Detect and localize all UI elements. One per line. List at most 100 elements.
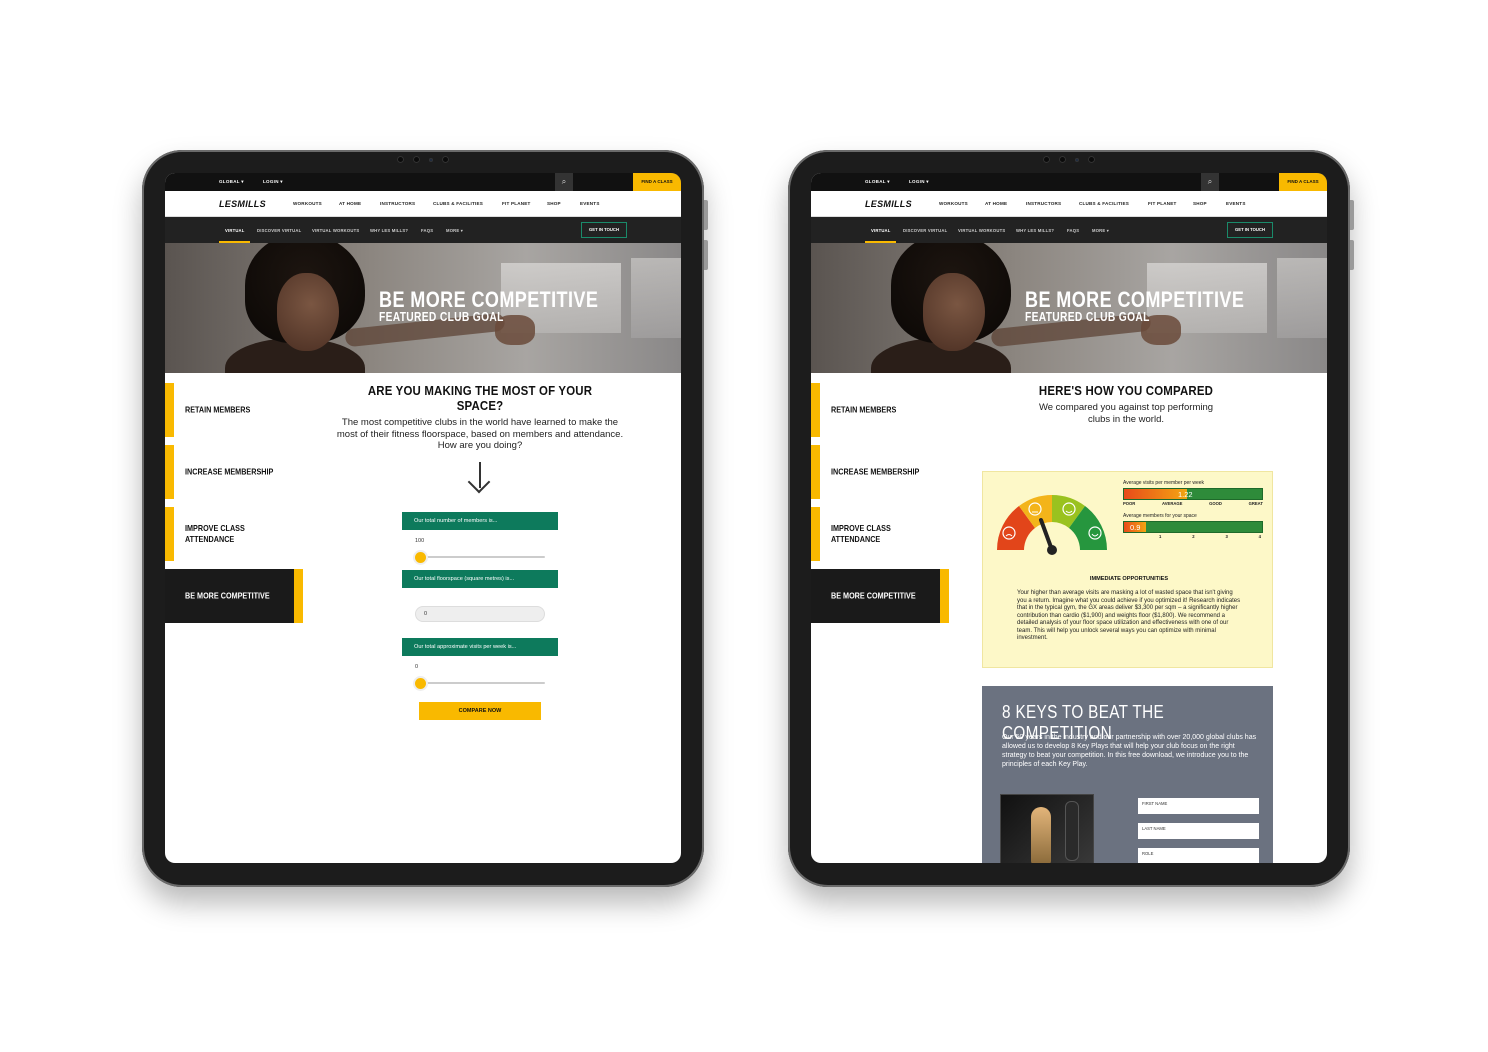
global-menu[interactable]: GLOBAL ▾ bbox=[865, 173, 890, 191]
opportunities: IMMEDIATE OPPORTUNITIES Your higher than… bbox=[1017, 576, 1241, 643]
results-heading: HERE'S HOW YOU COMPARED bbox=[1038, 383, 1214, 398]
find-class-button[interactable]: FIND A CLASS bbox=[633, 173, 681, 191]
hero-photo bbox=[631, 258, 681, 338]
hero-photo bbox=[277, 273, 339, 351]
nav-shop[interactable]: SHOP bbox=[547, 201, 561, 206]
search-icon[interactable]: ⌕ bbox=[555, 173, 573, 191]
top-utility-bar: GLOBAL ▾ LOGIN ▾ ⌕ FIND A CLASS bbox=[811, 173, 1327, 191]
members-bar-value: 0.9 bbox=[1130, 523, 1141, 532]
goal-tab-improve-class-attendance[interactable]: IMPROVE CLASS ATTENDANCE bbox=[165, 507, 305, 561]
top-utility-bar: GLOBAL ▾ LOGIN ▾ ⌕ FIND A CLASS bbox=[165, 173, 681, 191]
goal-tab-be-more-competitive[interactable]: BE MORE COMPETITIVE bbox=[811, 569, 949, 623]
nav-fit-planet[interactable]: FIT PLANET bbox=[502, 201, 531, 206]
floorspace-question-label: Our total floorspace (square metres) is.… bbox=[402, 569, 558, 588]
hero-photo bbox=[923, 273, 985, 351]
goal-tab-retain-members[interactable]: RETAIN MEMBERS bbox=[811, 383, 951, 437]
nav-instructors[interactable]: INSTRUCTORS bbox=[380, 201, 415, 206]
camera-icon bbox=[1043, 156, 1095, 163]
members-scale: 1 2 3 4 bbox=[1159, 534, 1261, 539]
opportunities-text: Your higher than average visits are mask… bbox=[1017, 590, 1241, 641]
goal-tabs: RETAIN MEMBERS INCREASE MEMBERSHIP IMPRO… bbox=[165, 383, 305, 631]
hero-subtitle: FEATURED CLUB GOAL bbox=[379, 310, 504, 324]
visits-value: 0 bbox=[415, 663, 419, 670]
subnav-virtual[interactable]: VIRTUAL bbox=[225, 228, 245, 233]
nav-at-home[interactable]: AT HOME bbox=[339, 201, 361, 206]
lesmills-logo[interactable]: LESMILLS bbox=[219, 199, 266, 209]
volume-button bbox=[1350, 240, 1354, 270]
login-menu[interactable]: LOGIN ▾ bbox=[909, 173, 929, 191]
subnav-more[interactable]: MORE ▾ bbox=[446, 228, 463, 233]
visits-bar-value: 1.22 bbox=[1178, 490, 1193, 499]
calculator-intro: The most competitive clubs in the world … bbox=[336, 417, 624, 451]
results-header: HERE'S HOW YOU COMPARED We compared you … bbox=[981, 383, 1271, 425]
nav-workouts[interactable]: WORKOUTS bbox=[293, 201, 322, 206]
members-question-label: Our total number of members is... bbox=[402, 511, 558, 530]
visits-bar: 1.22 bbox=[1123, 488, 1263, 500]
performance-gauge bbox=[989, 482, 1115, 567]
subnav-more[interactable]: MORE ▾ bbox=[1092, 228, 1109, 233]
subnav-virtual-workouts[interactable]: VIRTUAL WORKOUTS bbox=[958, 228, 1005, 233]
nav-instructors[interactable]: INSTRUCTORS bbox=[1026, 201, 1061, 206]
search-icon[interactable]: ⌕ bbox=[1201, 173, 1219, 191]
nav-events[interactable]: EVENTS bbox=[1226, 201, 1246, 206]
goal-tab-be-more-competitive[interactable]: BE MORE COMPETITIVE bbox=[165, 569, 303, 623]
hero-photo bbox=[1277, 258, 1327, 338]
subnav-why-les-mills[interactable]: WHY LES MILLS? bbox=[1016, 228, 1054, 233]
subnav-why-les-mills[interactable]: WHY LES MILLS? bbox=[370, 228, 408, 233]
goal-tab-improve-class-attendance[interactable]: IMPROVE CLASS ATTENDANCE bbox=[811, 507, 951, 561]
nav-clubs-facilities[interactable]: CLUBS & FACILITIES bbox=[433, 201, 483, 206]
goal-tab-retain-members[interactable]: RETAIN MEMBERS bbox=[165, 383, 305, 437]
download-section: 8 KEYS TO BEAT THE COMPETITION Our 50 ye… bbox=[982, 686, 1273, 863]
first-name-field[interactable]: FIRST NAME bbox=[1138, 798, 1259, 814]
visits-scale: POOR AVERAGE GOOD GREAT bbox=[1123, 501, 1263, 506]
ebook-cover-photo bbox=[1031, 807, 1051, 863]
comparison-bars: Average visits per member per week 1.22 … bbox=[1123, 480, 1263, 539]
calculator-form: ARE YOU MAKING THE MOST OF YOUR SPACE? T… bbox=[335, 383, 625, 720]
arrow-down-icon bbox=[465, 461, 495, 493]
nav-workouts[interactable]: WORKOUTS bbox=[939, 201, 968, 206]
ebook-cover-photo bbox=[1065, 801, 1079, 861]
members-caption: Average members for your space bbox=[1123, 513, 1197, 519]
hero-banner: BE MORE COMPETITIVE FEATURED CLUB GOAL bbox=[811, 243, 1327, 373]
subnav-virtual-workouts[interactable]: VIRTUAL WORKOUTS bbox=[312, 228, 359, 233]
subnav-virtual[interactable]: VIRTUAL bbox=[871, 228, 891, 233]
volume-button bbox=[1350, 200, 1354, 230]
subnav-faqs[interactable]: FAQS bbox=[421, 228, 433, 233]
calculator-heading: ARE YOU MAKING THE MOST OF YOUR SPACE? bbox=[367, 383, 593, 413]
nav-at-home[interactable]: AT HOME bbox=[985, 201, 1007, 206]
floorspace-input[interactable]: 0 bbox=[415, 605, 545, 622]
nav-events[interactable]: EVENTS bbox=[580, 201, 600, 206]
members-bar: 0.9 bbox=[1123, 521, 1263, 533]
goal-tab-increase-membership[interactable]: INCREASE MEMBERSHIP bbox=[165, 445, 305, 499]
compare-now-button[interactable]: COMPARE NOW bbox=[419, 701, 541, 720]
hero-banner: BE MORE COMPETITIVE FEATURED CLUB GOAL bbox=[165, 243, 681, 373]
get-in-touch-button[interactable]: GET IN TOUCH bbox=[1227, 222, 1273, 238]
sub-nav: VIRTUAL DISCOVER VIRTUAL VIRTUAL WORKOUT… bbox=[811, 217, 1327, 243]
subnav-faqs[interactable]: FAQS bbox=[1067, 228, 1079, 233]
members-slider[interactable] bbox=[415, 551, 545, 563]
gauge-dial bbox=[997, 495, 1107, 555]
slider-thumb[interactable] bbox=[415, 677, 426, 689]
screen-left: GLOBAL ▾ LOGIN ▾ ⌕ FIND A CLASS LESMILLS… bbox=[165, 173, 681, 863]
nav-fit-planet[interactable]: FIT PLANET bbox=[1148, 201, 1177, 206]
results-panel: Average visits per member per week 1.22 … bbox=[982, 471, 1273, 668]
volume-button bbox=[704, 240, 708, 270]
visits-slider[interactable] bbox=[415, 677, 545, 689]
goal-tab-increase-membership[interactable]: INCREASE MEMBERSHIP bbox=[811, 445, 951, 499]
members-value: 100 bbox=[415, 537, 425, 544]
last-name-field[interactable]: LAST NAME bbox=[1138, 823, 1259, 839]
nav-shop[interactable]: SHOP bbox=[1193, 201, 1207, 206]
results-intro: We compared you against top performing c… bbox=[1038, 402, 1214, 425]
visits-caption: Average visits per member per week bbox=[1123, 480, 1205, 486]
get-in-touch-button[interactable]: GET IN TOUCH bbox=[581, 222, 627, 238]
lesmills-logo[interactable]: LESMILLS bbox=[865, 199, 912, 209]
login-menu[interactable]: LOGIN ▾ bbox=[263, 173, 283, 191]
nav-clubs-facilities[interactable]: CLUBS & FACILITIES bbox=[1079, 201, 1129, 206]
sub-nav: VIRTUAL DISCOVER VIRTUAL VIRTUAL WORKOUT… bbox=[165, 217, 681, 243]
role-field[interactable]: ROLE bbox=[1138, 848, 1259, 863]
slider-thumb[interactable] bbox=[415, 551, 426, 563]
subnav-discover-virtual[interactable]: DISCOVER VIRTUAL bbox=[257, 228, 301, 233]
subnav-discover-virtual[interactable]: DISCOVER VIRTUAL bbox=[903, 228, 947, 233]
global-menu[interactable]: GLOBAL ▾ bbox=[219, 173, 244, 191]
find-class-button[interactable]: FIND A CLASS bbox=[1279, 173, 1327, 191]
